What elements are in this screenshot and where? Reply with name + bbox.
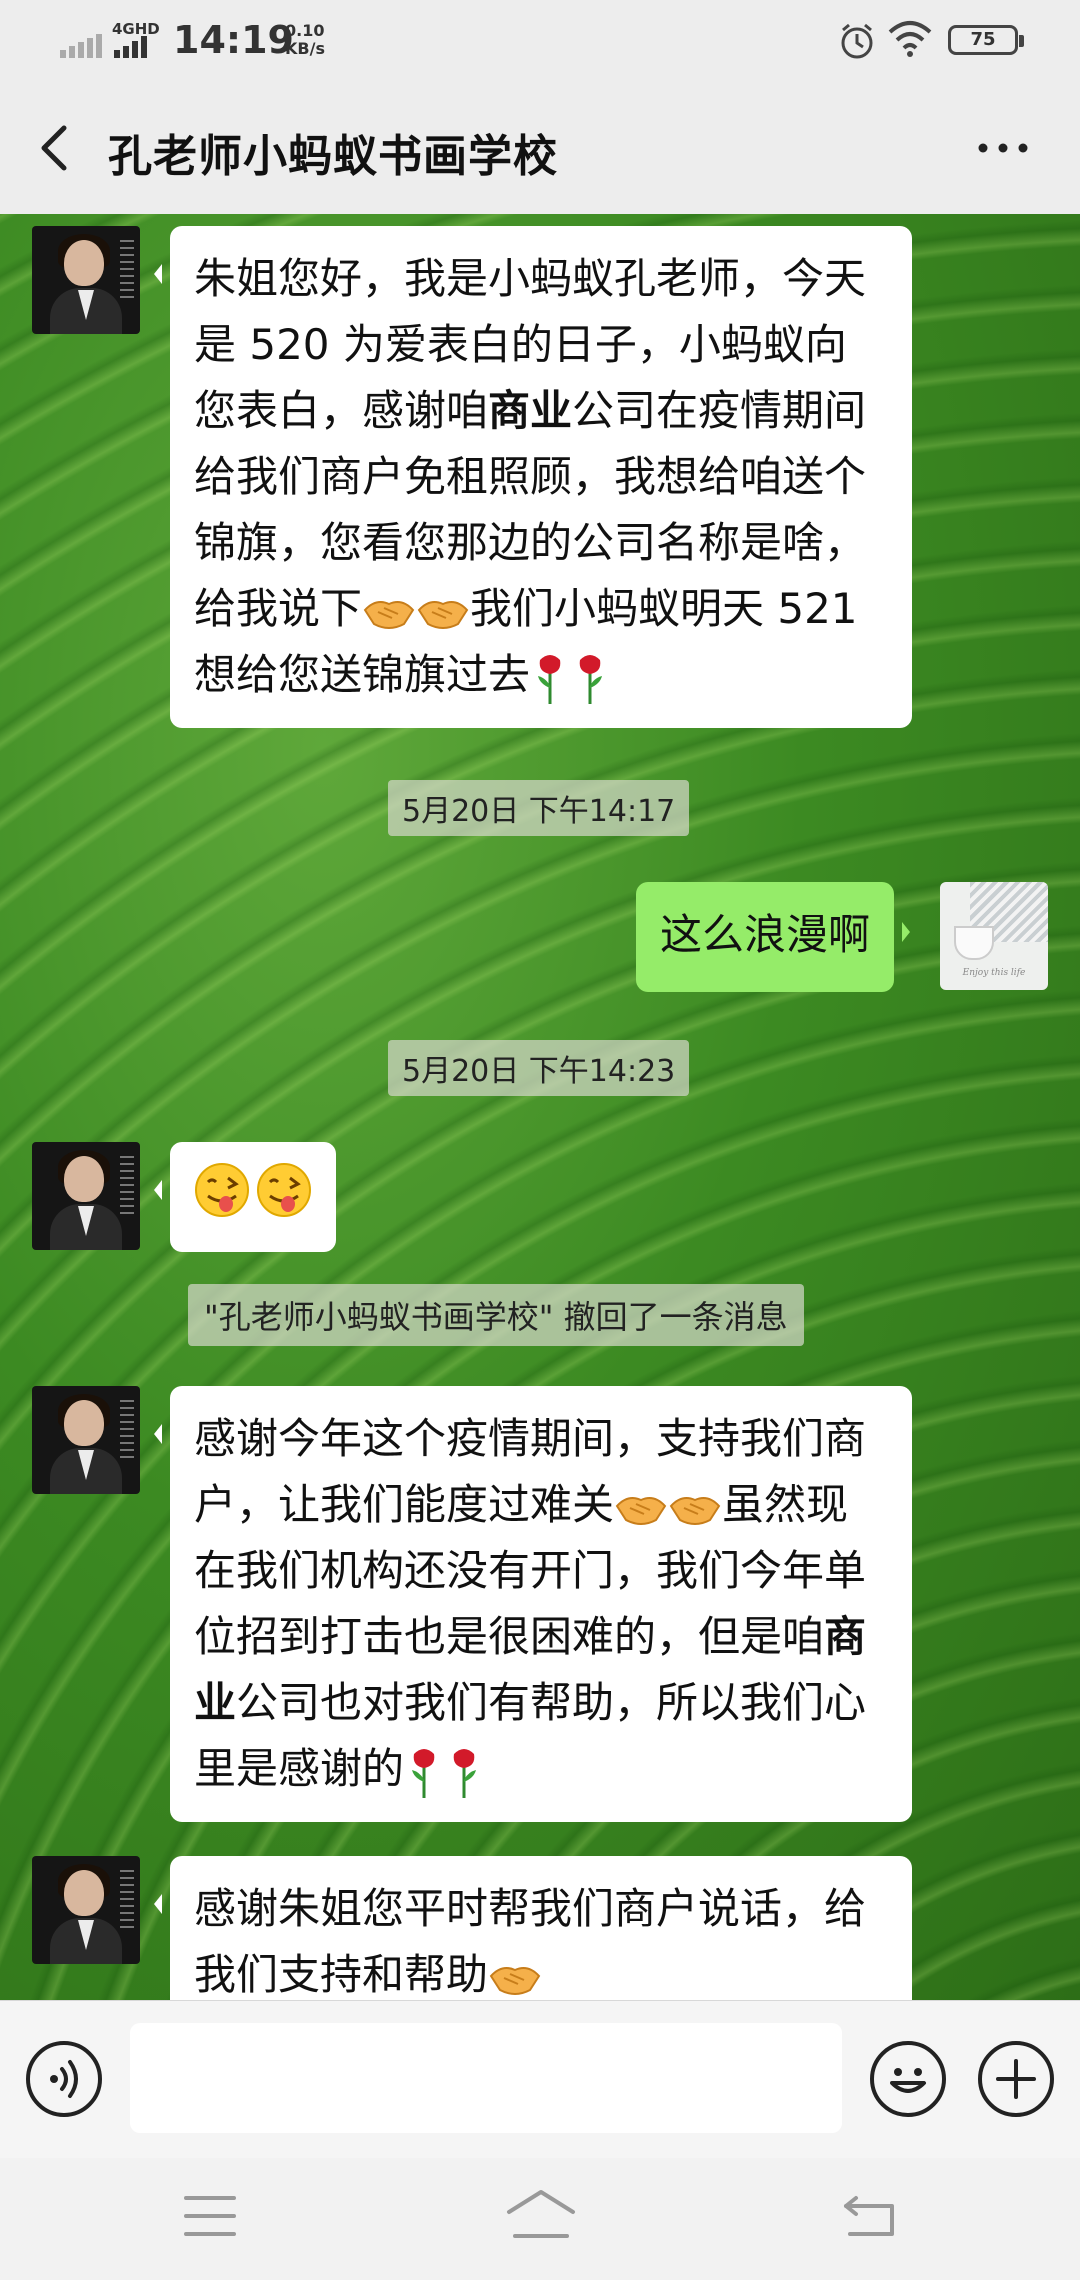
speed-value: 0.10 [285, 21, 325, 40]
menu-icon[interactable] [184, 2194, 236, 2238]
rose-icon [579, 654, 603, 704]
recall-notice: "孔老师小蚂蚁书画学校" 撤回了一条消息 [188, 1284, 804, 1346]
more-functions-button[interactable] [978, 2041, 1054, 2117]
timestamp: 5月20日 下午14:17 [388, 780, 690, 836]
home-icon[interactable] [505, 2188, 577, 2242]
emoji-icon [890, 2068, 926, 2093]
handshake-icon [615, 1496, 667, 1525]
wifi-icon [888, 21, 932, 57]
rose-icon [412, 1748, 435, 1798]
contact-avatar[interactable] [32, 1386, 140, 1494]
system-nav-bar [0, 2158, 1080, 2280]
my-avatar[interactable]: Enjoy this life [940, 882, 1048, 990]
contact-avatar[interactable] [32, 226, 140, 334]
message-text: 这么浪漫啊 [660, 910, 871, 959]
avatar-caption: Enjoy this life [962, 968, 1026, 978]
emoji-button[interactable] [870, 2041, 946, 2117]
rose-icon [538, 654, 561, 704]
contact-avatar[interactable] [32, 1142, 140, 1250]
nav-back-icon[interactable] [842, 2192, 898, 2238]
signal-strength-icon [114, 36, 147, 58]
message-bubble[interactable]: 感谢今年这个疫情期间，支持我们商户，让我们能度过难关 虽然现在我们机构还没有开门，… [154, 1386, 912, 1822]
contact-avatar[interactable] [32, 1856, 140, 1964]
more-dots-icon[interactable] [975, 138, 1031, 158]
status-bar: 4GHD 14:19 0.10 KB/s 75 [0, 0, 1080, 80]
alarm-icon [841, 23, 873, 59]
message-text: 公司也对我们有帮助，所以我们心里是感谢的 [194, 1678, 867, 1793]
battery-indicator: 75 [948, 25, 1024, 55]
message-bubble[interactable] [154, 1142, 336, 1252]
my-message-bubble[interactable]: 这么浪漫啊 [636, 882, 911, 992]
handshake-icon [669, 1496, 721, 1525]
network-speed: 0.10 KB/s [285, 22, 325, 58]
rose-icon [453, 1748, 477, 1798]
timestamp: 5月20日 下午14:23 [388, 1040, 690, 1096]
message-input[interactable] [130, 2023, 842, 2133]
chat-title: 孔老师小蚂蚁书画学校 [108, 131, 558, 182]
message-bubble[interactable]: 朱姐您好，我是小蚂蚁孔老师，今天是 520 为爱表白的日子，小蚂蚁向您表白，感谢… [154, 226, 912, 728]
input-bar [0, 2000, 1080, 2158]
handshake-icon [417, 600, 469, 629]
speed-unit: KB/s [285, 39, 325, 58]
chat-messages[interactable]: 朱姐您好，我是小蚂蚁孔老师，今天是 520 为爱表白的日子，小蚂蚁向您表白，感谢… [0, 214, 1080, 2000]
voice-icon [50, 2060, 78, 2098]
clock: 14:19 [173, 18, 294, 62]
message-bubble[interactable]: 感谢朱姐您平时帮我们商户说话，给我们支持和帮助 [154, 1856, 912, 2000]
voice-button[interactable] [26, 2041, 102, 2117]
wink-tongue-emoji [195, 1163, 311, 1217]
signal-icon [60, 34, 102, 58]
back-arrow-icon[interactable] [30, 120, 80, 176]
chat-header: 孔老师小蚂蚁书画学校 [0, 80, 1080, 214]
handshake-icon [363, 600, 415, 629]
plus-icon [996, 2059, 1036, 2099]
handshake-icon [489, 1966, 541, 1995]
message-text-bold: 商业 [488, 386, 573, 435]
